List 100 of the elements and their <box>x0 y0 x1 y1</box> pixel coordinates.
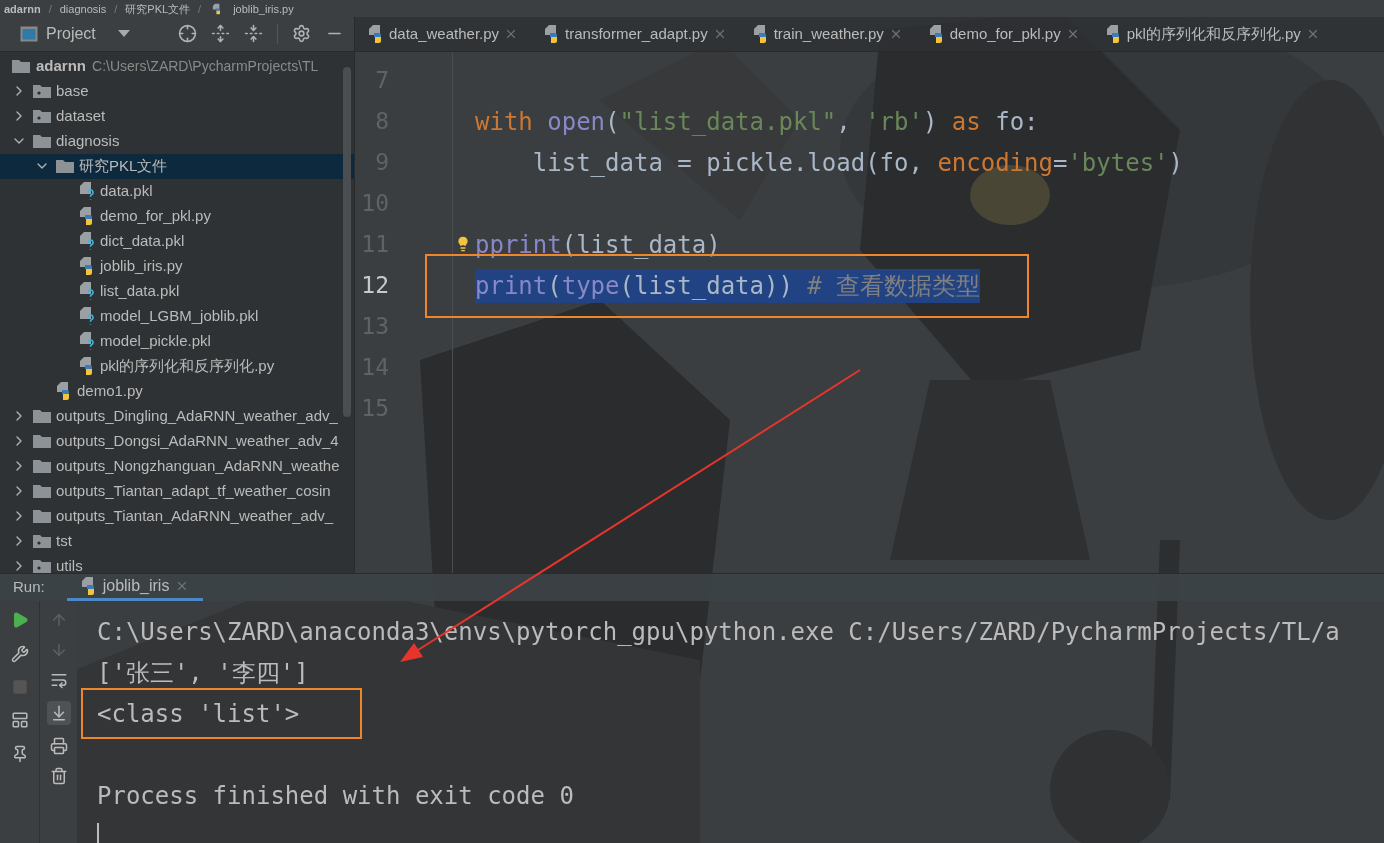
folder-icon <box>33 459 51 474</box>
tree-item-label: 研究PKL文件 <box>79 155 168 176</box>
tree-item[interactable]: model_LGBM_joblib.pkl <box>0 303 354 329</box>
settings-icon[interactable] <box>292 24 311 44</box>
editor-tab[interactable]: transformer_adapt.py <box>531 17 740 51</box>
breadcrumb-item[interactable]: adarnn <box>4 1 41 16</box>
tree-item[interactable]: outputs_Nongzhanguan_AdaRNN_weathe <box>0 453 354 479</box>
package-folder-icon <box>33 534 51 549</box>
tree-item[interactable]: model_pickle.pkl <box>0 328 354 354</box>
console-line: <class 'list'> <box>97 698 300 730</box>
editor-tab[interactable]: data_weather.py <box>355 17 532 51</box>
project-name[interactable]: adarnn <box>36 54 86 78</box>
tree-item[interactable]: dict_data.pkl <box>0 228 354 254</box>
soft-wrap-icon[interactable] <box>49 671 68 689</box>
tree-item-label: base <box>56 80 89 101</box>
breadcrumb-item[interactable]: joblib_iris.py <box>233 1 294 16</box>
tree-item-label: dict_data.pkl <box>100 230 185 251</box>
dropdown-caret-icon[interactable] <box>117 29 130 38</box>
print-icon[interactable] <box>49 737 68 755</box>
breadcrumb-item[interactable]: 研究PKL文件 <box>125 1 191 16</box>
tree-item[interactable]: pkl的序列化和反序列化.py <box>0 353 354 379</box>
text-cursor <box>97 822 99 843</box>
locate-icon[interactable] <box>178 24 197 44</box>
tree-item[interactable]: utils <box>0 553 354 573</box>
tree-item[interactable]: joblib_iris.py <box>0 253 354 279</box>
unknown-file-icon <box>79 332 95 351</box>
package-folder-icon <box>33 84 51 99</box>
folder-icon <box>56 159 74 174</box>
editor-tab[interactable]: demo_for_pkl.py <box>915 17 1093 51</box>
python-file-icon <box>79 357 95 376</box>
python-file-icon <box>1105 25 1122 43</box>
breadcrumb-item[interactable]: diagnosis <box>59 1 107 16</box>
python-file-icon <box>79 257 95 276</box>
line-number: 12 <box>361 271 389 301</box>
python-file-icon <box>752 25 769 43</box>
tree-item-label: diagnosis <box>56 130 120 151</box>
breadcrumb-separator: / <box>198 1 202 16</box>
tree-item-label: utils <box>56 555 83 573</box>
tree-item-label: list_data.pkl <box>100 280 180 301</box>
tree-item[interactable]: data.pkl <box>0 178 354 204</box>
tree-item-label: joblib_iris.py <box>100 255 183 276</box>
python-file-icon <box>212 3 222 14</box>
python-file-icon <box>79 207 95 226</box>
tree-item[interactable]: outputs_Tiantan_adapt_tf_weather_cosin <box>0 478 354 504</box>
breadcrumb-separator: / <box>48 1 52 16</box>
tree-item[interactable]: demo_for_pkl.py <box>0 203 354 229</box>
tree-item[interactable]: diagnosis <box>0 128 354 154</box>
tree-item[interactable]: dataset <box>0 103 354 129</box>
python-file-icon <box>80 577 97 595</box>
tree-item[interactable]: outputs_Dingling_AdaRNN_weather_adv_ <box>0 403 354 429</box>
trash-icon[interactable] <box>49 767 68 785</box>
editor-tab[interactable]: pkl的序列化和反序列化.py <box>1092 17 1333 51</box>
scrollbar[interactable] <box>343 67 351 417</box>
wrench-icon[interactable] <box>10 645 29 663</box>
tree-item-label: pkl的序列化和反序列化.py <box>100 355 275 376</box>
scroll-to-end-button[interactable] <box>46 701 71 725</box>
folder-icon <box>33 484 51 499</box>
tree-item-label: demo_for_pkl.py <box>100 205 211 226</box>
python-file-icon <box>368 25 384 43</box>
tree-item[interactable]: 研究PKL文件 <box>0 153 354 179</box>
tree-item-label: outputs_Tiantan_adapt_tf_weather_cosin <box>56 480 331 501</box>
tree-item-label: model_LGBM_joblib.pkl <box>100 305 259 326</box>
code-line: pprint(list_data) <box>475 229 721 261</box>
unknown-file-icon <box>79 307 95 326</box>
tree-item[interactable]: demo1.py <box>0 378 354 404</box>
collapse-all-icon[interactable] <box>244 24 263 44</box>
console-line: Process finished with exit code 0 <box>97 780 574 812</box>
folder-icon <box>33 134 51 149</box>
tree-item-label: outputs_Dongsi_AdaRNN_weather_adv_4 <box>56 430 339 451</box>
panel-title[interactable]: Project <box>46 21 96 46</box>
tree-item-label: tst <box>56 530 72 551</box>
tree-item-label: outputs_Tiantan_AdaRNN_weather_adv_ <box>56 505 334 526</box>
unknown-file-icon <box>79 182 95 201</box>
tree-item[interactable]: base <box>0 78 354 104</box>
python-file-icon <box>928 25 945 43</box>
tree-item[interactable]: outputs_Dongsi_AdaRNN_weather_adv_4 <box>0 428 354 454</box>
folder-icon <box>12 59 30 74</box>
tree-item-label: dataset <box>56 105 106 126</box>
editor-tab[interactable]: train_weather.py <box>739 17 916 51</box>
console-line: ['张三', '李四'] <box>97 657 309 689</box>
tree-item-label: outputs_Nongzhanguan_AdaRNN_weathe <box>56 455 340 476</box>
tree-item-label: model_pickle.pkl <box>100 330 211 351</box>
layout-icon[interactable] <box>10 711 29 729</box>
run-tab[interactable]: joblib_iris <box>66 574 204 601</box>
project-view-icon <box>20 25 38 42</box>
python-file-icon <box>56 382 72 401</box>
code-line: list_data = pickle.load(fo, encoding='bytes') <box>531 147 1184 179</box>
tree-item-label: outputs_Dingling_AdaRNN_weather_adv_ <box>56 405 338 426</box>
tree-item-label: data.pkl <box>100 180 153 201</box>
folder-icon <box>33 434 51 449</box>
code-line: with open("list_data.pkl", 'rb') as fo: <box>475 106 1039 138</box>
unknown-file-icon <box>79 232 95 251</box>
project-path: C:\Users\ZARD\PycharmProjects\TL <box>92 56 319 76</box>
unknown-file-icon <box>79 282 95 301</box>
tree-item[interactable]: list_data.pkl <box>0 278 354 304</box>
tree-item[interactable]: outputs_Tiantan_AdaRNN_weather_adv_ <box>0 503 354 529</box>
folder-icon <box>33 509 51 524</box>
tree-item[interactable]: tst <box>0 528 354 554</box>
lightbulb-icon[interactable] <box>455 236 471 252</box>
expand-all-icon[interactable] <box>211 24 230 44</box>
